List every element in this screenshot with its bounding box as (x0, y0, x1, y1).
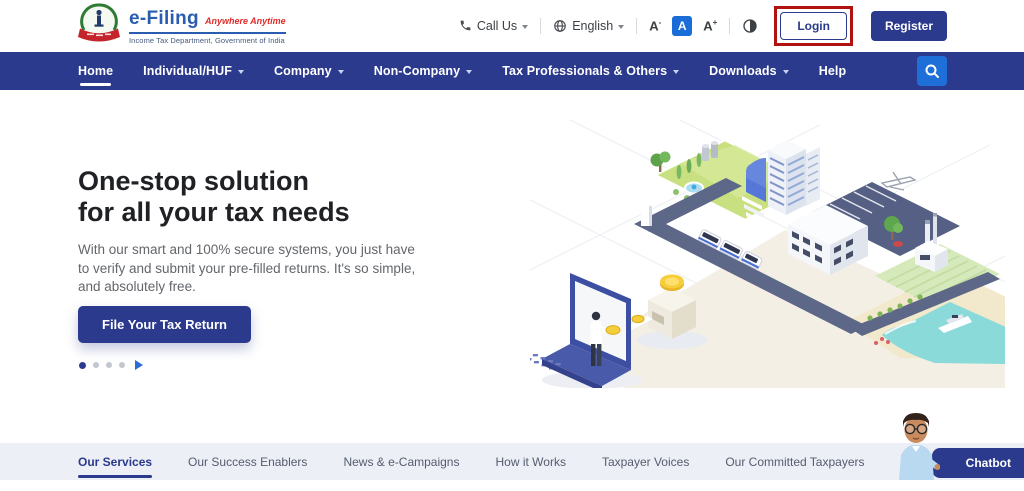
nav-item-tax-professionals[interactable]: Tax Professionals & Others (502, 52, 679, 90)
brand-tagline: Anywhere Anytime (205, 16, 286, 26)
search-button[interactable] (917, 56, 947, 86)
chevron-down-icon (238, 70, 244, 74)
tab-taxpayer-voices[interactable]: Taxpayer Voices (602, 443, 689, 480)
divider (729, 18, 730, 34)
hero-heading: One-stop solution for all your tax needs (78, 166, 350, 228)
tab-our-services[interactable]: Our Services (78, 443, 152, 480)
tab-news-e-campaigns[interactable]: News & e-Campaigns (343, 443, 459, 480)
divider (636, 18, 637, 34)
brand-name: e-Filing (129, 8, 199, 30)
font-size-controls: A- A A+ (649, 16, 717, 36)
search-icon (924, 63, 940, 79)
tab-our-committed-taxpayers[interactable]: Our Committed Taxpayers (725, 443, 864, 480)
chevron-down-icon (522, 25, 528, 29)
divider (540, 18, 541, 34)
brand-text: e-Filing Anywhere Anytime Income Tax Dep… (129, 5, 286, 45)
main-navigation: Home Individual/HUF Company Non-Company … (0, 52, 1024, 90)
nav-item-downloads[interactable]: Downloads (709, 52, 789, 90)
nav-item-help[interactable]: Help (819, 52, 847, 90)
chatbot-button[interactable]: Chatbot (932, 448, 1024, 478)
hero-description: With our smart and 100% secure systems, … (78, 241, 418, 297)
call-us-label: Call Us (477, 19, 517, 33)
hero-section: One-stop solution for all your tax needs… (0, 90, 1024, 443)
nav-label: Downloads (709, 64, 777, 78)
nav-item-home[interactable]: Home (78, 52, 113, 90)
globe-icon (553, 19, 567, 33)
nav-label: Tax Professionals & Others (502, 64, 667, 78)
contrast-toggle-icon[interactable] (742, 18, 758, 34)
nav-label: Company (274, 64, 332, 78)
call-us-menu[interactable]: Call Us (459, 19, 528, 33)
register-button[interactable]: Register (871, 11, 947, 41)
header: e-Filing Anywhere Anytime Income Tax Dep… (0, 0, 1024, 51)
tab-how-it-works[interactable]: How it Works (495, 443, 565, 480)
chevron-down-icon (783, 70, 789, 74)
chevron-down-icon (338, 70, 344, 74)
carousel-dot-1[interactable] (79, 362, 86, 369)
efiling-homepage: e-Filing Anywhere Anytime Income Tax Dep… (0, 0, 1024, 491)
hero-heading-line1: One-stop solution (78, 166, 309, 196)
font-decrease-button[interactable]: A- (649, 18, 661, 33)
login-highlight-annotation: Login (774, 6, 853, 46)
gate-pillar (641, 204, 649, 226)
font-default-button[interactable]: A (672, 16, 692, 36)
carousel-controls (79, 360, 143, 370)
nav-item-individual-huf[interactable]: Individual/HUF (143, 52, 244, 90)
nav-item-non-company[interactable]: Non-Company (374, 52, 473, 90)
chevron-down-icon (618, 25, 624, 29)
car (893, 241, 903, 247)
tab-our-success-enablers[interactable]: Our Success Enablers (188, 443, 307, 480)
language-menu[interactable]: English (553, 19, 624, 33)
income-tax-emblem-icon (78, 3, 120, 47)
laptop-person-illustration (530, 273, 631, 388)
header-controls: Call Us English A- A A+ (459, 0, 947, 51)
carousel-dot-4[interactable] (119, 362, 125, 368)
hero-illustration (530, 120, 1005, 388)
file-tax-return-button[interactable]: File Your Tax Return (78, 306, 251, 343)
chevron-down-icon (466, 70, 472, 74)
chevron-down-icon (673, 70, 679, 74)
font-increase-button[interactable]: A+ (703, 18, 717, 33)
phone-icon (459, 19, 472, 32)
login-button[interactable]: Login (780, 12, 847, 40)
nav-item-company[interactable]: Company (274, 52, 344, 90)
section-tabs: Our Services Our Success Enablers News &… (0, 443, 1024, 480)
chatbot-avatar[interactable] (892, 411, 940, 480)
carousel-play-icon[interactable] (135, 360, 143, 370)
nav-label: Non-Company (374, 64, 461, 78)
site-logo[interactable]: e-Filing Anywhere Anytime Income Tax Dep… (78, 3, 286, 47)
brand-subtitle: Income Tax Department, Government of Ind… (129, 36, 286, 45)
carousel-dot-2[interactable] (93, 362, 99, 368)
nav-label: Individual/HUF (143, 64, 232, 78)
nav-label: Home (78, 64, 113, 78)
airplane-icon (882, 172, 915, 190)
carousel-dot-3[interactable] (106, 362, 112, 368)
hero-heading-line2: for all your tax needs (78, 197, 350, 227)
nav-label: Help (819, 64, 847, 78)
language-label: English (572, 19, 613, 33)
